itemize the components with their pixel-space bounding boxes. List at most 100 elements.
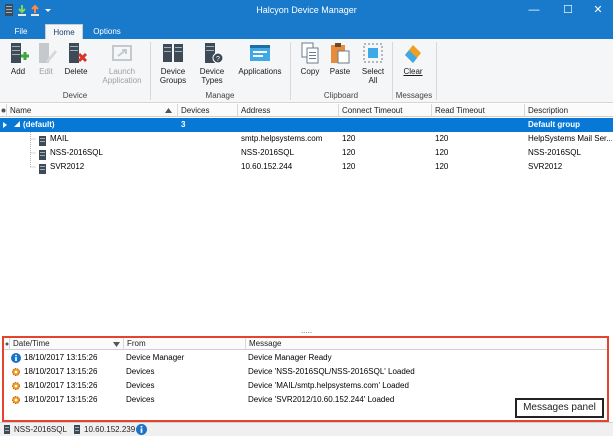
device-row-svr2012[interactable]: SVR2012 10.60.152.244 120 120 SVR2012 — [0, 160, 613, 174]
device-read-timeout: 120 — [435, 134, 449, 143]
column-datetime-label: Date/Time — [13, 339, 50, 348]
delete-icon — [69, 43, 88, 63]
select-all-icon — [363, 43, 383, 63]
edit-icon — [39, 43, 57, 63]
gear-icon — [12, 396, 20, 404]
group-separator — [436, 42, 437, 100]
column-header-from[interactable]: From — [124, 338, 246, 350]
device-name: NSS-2016SQL — [50, 148, 103, 157]
message-datetime: 18/10/2017 13:15:26 — [24, 367, 98, 376]
copy-icon — [301, 42, 319, 64]
select-all-button[interactable]: Select All — [360, 41, 386, 85]
column-header-description[interactable]: Description — [525, 104, 613, 117]
message-row[interactable]: 18/10/2017 13:15:26 Devices Device 'MAIL… — [4, 379, 607, 393]
status-device-name: NSS-2016SQL — [14, 425, 67, 434]
launch-application-button[interactable]: Launch Application — [100, 41, 144, 85]
grid-header: Name Devices Address Connect Timeout Rea… — [0, 104, 613, 117]
collapse-icon[interactable] — [13, 118, 21, 132]
device-connect-timeout: 120 — [342, 148, 356, 157]
add-device-icon — [11, 43, 29, 63]
device-groups-button[interactable]: Device Groups — [157, 41, 189, 85]
device-groups-label-line2: Groups — [159, 76, 187, 85]
column-header-read-timeout[interactable]: Read Timeout — [432, 104, 525, 117]
delete-button[interactable]: Delete — [62, 41, 90, 76]
group-description: Default group — [528, 120, 580, 129]
message-from: Devices — [126, 367, 155, 376]
copy-label: Copy — [300, 67, 320, 76]
device-address: smtp.helpsystems.com — [241, 134, 323, 143]
add-button[interactable]: Add — [5, 41, 31, 76]
paste-icon — [331, 43, 350, 64]
copy-button[interactable]: Copy — [297, 41, 323, 76]
select-all-label-line2: All — [368, 76, 378, 85]
add-label: Add — [10, 67, 26, 76]
message-text: Device 'MAIL/smtp.helpsystems.com' Loade… — [248, 381, 409, 390]
panel-splitter[interactable]: ..... — [0, 327, 613, 336]
tab-home[interactable]: Home — [45, 24, 83, 39]
close-button[interactable]: ✕ — [583, 0, 613, 22]
group-row-default[interactable]: (default) 3 Default group — [0, 118, 613, 132]
device-address: NSS-2016SQL — [241, 148, 294, 157]
launch-icon — [112, 45, 132, 61]
message-text: Device Manager Ready — [248, 353, 332, 362]
group-label-clipboard: Clipboard — [323, 91, 359, 100]
device-types-icon: ? — [205, 43, 224, 64]
info-icon — [11, 353, 21, 363]
message-from: Devices — [126, 381, 155, 390]
maximize-button[interactable]: ☐ — [553, 0, 583, 22]
message-datetime: 18/10/2017 13:15:26 — [24, 381, 98, 390]
device-name: MAIL — [50, 134, 69, 143]
group-label-manage: Manage — [205, 91, 235, 100]
delete-label: Delete — [64, 67, 88, 76]
launch-label-line1: Launch — [108, 67, 136, 76]
grid-row-indicator-header — [0, 104, 7, 117]
column-header-devices[interactable]: Devices — [178, 104, 238, 117]
expand-all-icon[interactable] — [1, 104, 6, 117]
device-description: SVR2012 — [528, 162, 563, 171]
tab-file[interactable]: File — [2, 24, 40, 39]
device-name: SVR2012 — [50, 162, 85, 171]
column-header-address[interactable]: Address — [238, 104, 339, 117]
edit-button[interactable]: Edit — [33, 41, 59, 76]
launch-label-line2: Application — [102, 76, 142, 85]
status-bar: NSS-2016SQL 10.60.152.239 — [0, 422, 613, 436]
sort-ascending-icon — [165, 108, 172, 113]
collapse-triangle-icon — [14, 121, 20, 127]
eraser-icon — [405, 45, 421, 63]
device-row-mail[interactable]: MAIL smtp.helpsystems.com 120 120 HelpSy… — [0, 132, 613, 146]
message-datetime: 18/10/2017 13:15:26 — [24, 395, 98, 404]
status-address: 10.60.152.239 — [84, 425, 136, 434]
sort-descending-icon — [113, 342, 120, 347]
message-row[interactable]: 18/10/2017 13:15:26 Device Manager Devic… — [4, 351, 607, 365]
messages-header: Date/Time From Message — [4, 338, 607, 350]
svg-text:?: ? — [216, 56, 220, 63]
device-read-timeout: 120 — [435, 148, 449, 157]
device-groups-icon — [163, 44, 183, 62]
minimize-button[interactable]: — — [519, 0, 549, 22]
message-datetime: 18/10/2017 13:15:26 — [24, 353, 98, 362]
server-icon — [39, 164, 46, 174]
row-indicator — [2, 118, 8, 132]
message-row[interactable]: 18/10/2017 13:15:26 Devices Device 'NSS-… — [4, 365, 607, 379]
message-from: Devices — [126, 395, 155, 404]
column-header-message[interactable]: Message — [246, 338, 607, 350]
applications-button[interactable]: Applications — [235, 41, 285, 76]
message-text: Device 'SVR2012/10.60.152.244' Loaded — [248, 395, 395, 404]
row-indicator-icon — [5, 342, 9, 346]
info-icon[interactable] — [136, 424, 147, 435]
device-connect-timeout: 120 — [342, 162, 356, 171]
group-label-messages: Messages — [395, 91, 433, 100]
column-name-label: Name — [10, 106, 32, 115]
clear-button[interactable]: Clear — [399, 41, 427, 76]
select-all-label-line1: Select — [361, 67, 385, 76]
column-header-datetime[interactable]: Date/Time — [10, 338, 124, 350]
paste-button[interactable]: Paste — [327, 41, 353, 76]
column-header-name[interactable]: Name — [7, 104, 178, 117]
tab-options[interactable]: Options — [87, 24, 127, 39]
device-types-button[interactable]: ? Device Types — [197, 41, 227, 85]
title-bar: Halcyon Device Manager — ☐ ✕ — [0, 0, 613, 22]
column-header-connect-timeout[interactable]: Connect Timeout — [339, 104, 432, 117]
device-row-nss-2016sql[interactable]: NSS-2016SQL NSS-2016SQL 120 120 NSS-2016… — [0, 146, 613, 160]
group-label-device: Device — [62, 91, 88, 100]
ribbon-tabs: File Home Options — [0, 22, 613, 39]
